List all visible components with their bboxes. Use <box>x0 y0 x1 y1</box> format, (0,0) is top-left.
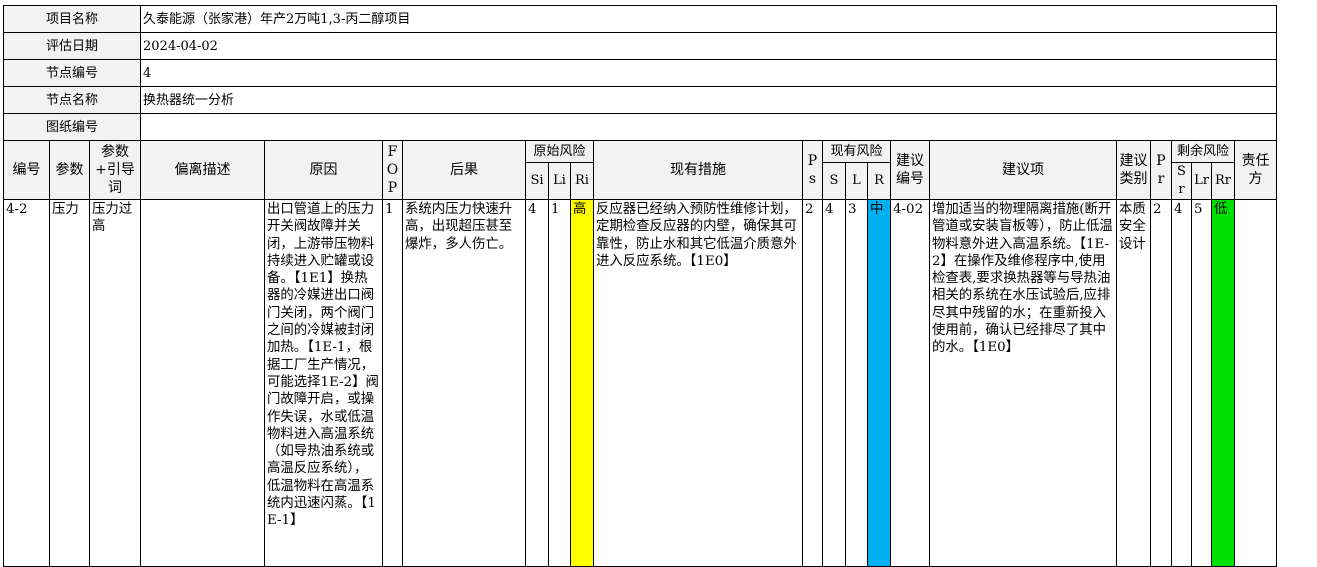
header-row-1: 编号 参数 参数+引导词 偏离描述 原因 FO P 后果 原始风险 现有措施 P… <box>3 140 1277 200</box>
cell-consequence: 系统内压力快速升高，出现超压甚至爆炸，多人伤亡。 <box>402 199 526 567</box>
col-header-cur-risk: 现有风险 <box>822 140 891 163</box>
info-label: 图纸编号 <box>3 113 141 141</box>
info-row-date: 评估日期 2024-04-02 <box>3 32 1277 60</box>
col-header-pr: Pr <box>1150 140 1172 200</box>
info-label: 节点编号 <box>3 59 141 87</box>
cell-sugg-type: 本质安全设计 <box>1116 199 1151 567</box>
col-header-l: L <box>845 162 868 200</box>
cell-fop: 1 <box>382 199 403 567</box>
info-value: 久泰能源（张家港）年产2万吨1,3-丙二醇项目 <box>140 5 1277 33</box>
col-header-rem-risk: 剩余风险 <box>1171 140 1235 163</box>
col-header-sr: Sr <box>1171 162 1192 200</box>
col-header-rr: Rr <box>1211 162 1235 200</box>
col-header-s: S <box>822 162 846 200</box>
col-header-li: Li <box>548 162 571 200</box>
cell-owner <box>1234 199 1277 567</box>
info-value: 4 <box>140 59 1277 87</box>
info-row-project: 项目名称 久泰能源（张家港）年产2万吨1,3-丙二醇项目 <box>3 5 1277 33</box>
cell-l: 3 <box>845 199 868 567</box>
col-header-consequence: 后果 <box>402 140 526 200</box>
col-header-ri: Ri <box>570 162 594 200</box>
cell-sr: 4 <box>1171 199 1192 567</box>
col-header-ps: Ps <box>802 140 823 200</box>
cell-cause: 出口管道上的压力开关阀故障并关闭，上游带压物料持续进入贮罐或设备。【1E1】换热… <box>264 199 383 567</box>
info-label: 节点名称 <box>3 86 141 114</box>
cell-lr: 5 <box>1191 199 1212 567</box>
col-header-suggestion: 建议项 <box>929 140 1117 200</box>
col-header-param: 参数 <box>49 140 90 200</box>
info-value <box>140 113 1277 141</box>
col-header-sugg-no: 建议编号 <box>890 140 930 200</box>
col-header-fop: FO P <box>382 140 403 200</box>
info-value: 2024-04-02 <box>140 32 1277 60</box>
cell-param: 压力 <box>49 199 90 567</box>
col-header-measures: 现有措施 <box>593 140 803 200</box>
col-header-owner: 责任方 <box>1234 140 1277 200</box>
table-row: 4-2 压力 压力过高 出口管道上的压力开关阀故障并关闭，上游带压物料持续进入贮… <box>3 199 1277 567</box>
cell-guide: 压力过高 <box>89 199 141 567</box>
cell-s: 4 <box>822 199 846 567</box>
col-header-guide: 参数+引导词 <box>89 140 141 200</box>
cell-r-medium: 中 <box>867 199 891 567</box>
info-row-node-name: 节点名称 换热器统一分析 <box>3 86 1277 114</box>
col-header-orig-risk: 原始风险 <box>525 140 594 163</box>
cell-ri-high: 高 <box>570 199 594 567</box>
cell-pr: 2 <box>1150 199 1172 567</box>
hazop-table: 项目名称 久泰能源（张家港）年产2万吨1,3-丙二醇项目 评估日期 2024-0… <box>3 5 1277 567</box>
col-header-sugg-type: 建议类别 <box>1116 140 1151 200</box>
col-header-lr: Lr <box>1191 162 1212 200</box>
info-value: 换热器统一分析 <box>140 86 1277 114</box>
info-label: 评估日期 <box>3 32 141 60</box>
col-header-r: R <box>867 162 891 200</box>
cell-deviation <box>140 199 265 567</box>
cell-li: 1 <box>548 199 571 567</box>
cell-no: 4-2 <box>3 199 50 567</box>
cell-suggestion: 增加适当的物理隔离措施(断开管道或安装盲板等），防止低温物料意外进入高温系统。【… <box>929 199 1117 567</box>
col-header-no: 编号 <box>3 140 50 200</box>
info-row-node-no: 节点编号 4 <box>3 59 1277 87</box>
info-row-drawing-no: 图纸编号 <box>3 113 1277 141</box>
col-header-si: Si <box>525 162 549 200</box>
cell-rr-low: 低 <box>1211 199 1235 567</box>
col-header-deviation: 偏离描述 <box>140 140 265 200</box>
cell-si: 4 <box>525 199 549 567</box>
cell-measures: 反应器已经纳入预防性维修计划，定期检查反应器的内壁，确保其可靠性，防止水和其它低… <box>593 199 803 567</box>
cell-ps: 2 <box>802 199 823 567</box>
col-header-cause: 原因 <box>264 140 383 200</box>
cell-sugg-no: 4-02 <box>890 199 930 567</box>
info-label: 项目名称 <box>3 5 141 33</box>
